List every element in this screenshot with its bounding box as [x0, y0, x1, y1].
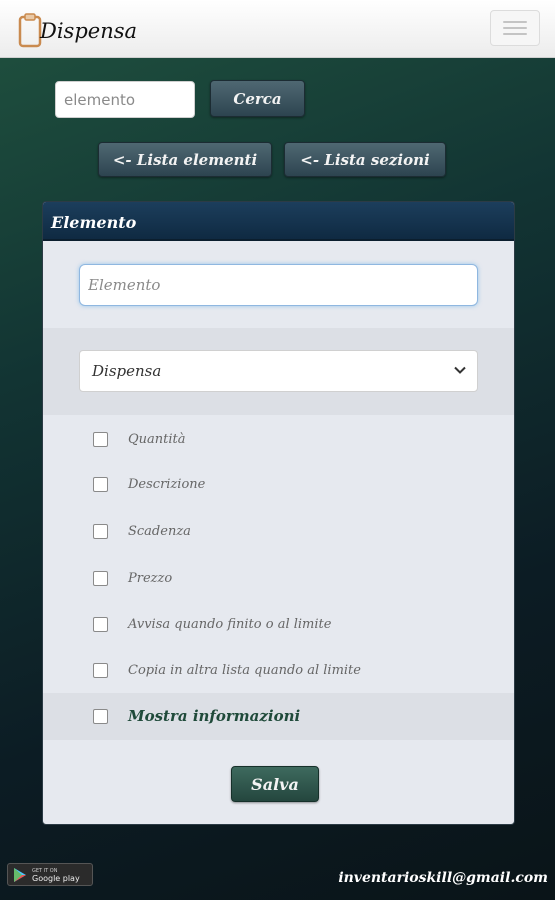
option-description[interactable]: Descrizione	[93, 472, 205, 496]
checkbox[interactable]	[93, 431, 108, 447]
google-play-badge[interactable]: GET IT ON Google play	[7, 863, 93, 886]
option-label: Avvisa quando finito o al limite	[128, 616, 332, 632]
sections-list-button[interactable]: <- Lista sezioni	[284, 142, 446, 177]
checkbox[interactable]	[93, 708, 108, 724]
contact-email[interactable]: inventarioskill@gmail.com	[338, 870, 548, 886]
option-label: Scadenza	[128, 523, 191, 539]
item-form-panel: Elemento Dispensa Quantità Descrizione S…	[42, 201, 515, 825]
name-row	[43, 241, 514, 328]
section-row: Dispensa	[43, 328, 514, 415]
option-label: Quantità	[128, 431, 186, 447]
option-label: Descrizione	[128, 476, 206, 492]
option-label: Prezzo	[128, 570, 173, 586]
hamburger-icon	[503, 21, 527, 23]
badge-store-name: Google play	[32, 873, 80, 883]
checkbox[interactable]	[93, 616, 108, 632]
google-play-icon	[14, 867, 26, 882]
panel-title: Elemento	[43, 202, 514, 241]
checkbox[interactable]	[93, 570, 108, 586]
section-select-value: Dispensa	[92, 362, 162, 380]
section-select[interactable]: Dispensa	[79, 350, 478, 392]
search-input[interactable]	[55, 81, 195, 118]
option-copy-list[interactable]: Copia in altra lista quando al limite	[93, 658, 361, 682]
search-button[interactable]: Cerca	[210, 80, 305, 117]
option-notify-limit[interactable]: Avvisa quando finito o al limite	[93, 612, 331, 636]
checkbox[interactable]	[93, 662, 108, 678]
brand-title: Dispensa	[40, 19, 138, 43]
item-name-input[interactable]	[79, 264, 478, 306]
save-button[interactable]: Salva	[231, 766, 319, 802]
navbar: Dispensa	[0, 0, 555, 58]
chevron-down-icon	[454, 366, 466, 374]
brand[interactable]: Dispensa	[18, 10, 137, 50]
show-info-label: Mostra informazioni	[128, 707, 301, 725]
show-info-row: Mostra informazioni	[43, 693, 514, 740]
option-quantity[interactable]: Quantità	[93, 427, 186, 451]
checkbox[interactable]	[93, 523, 108, 539]
option-label: Copia in altra lista quando al limite	[128, 662, 361, 678]
option-price[interactable]: Prezzo	[93, 566, 172, 590]
checkbox[interactable]	[93, 476, 108, 492]
option-show-info[interactable]: Mostra informazioni	[93, 704, 300, 728]
items-list-button[interactable]: <- Lista elementi	[98, 142, 272, 177]
option-expiry[interactable]: Scadenza	[93, 519, 191, 543]
menu-toggle-button[interactable]	[490, 10, 540, 46]
